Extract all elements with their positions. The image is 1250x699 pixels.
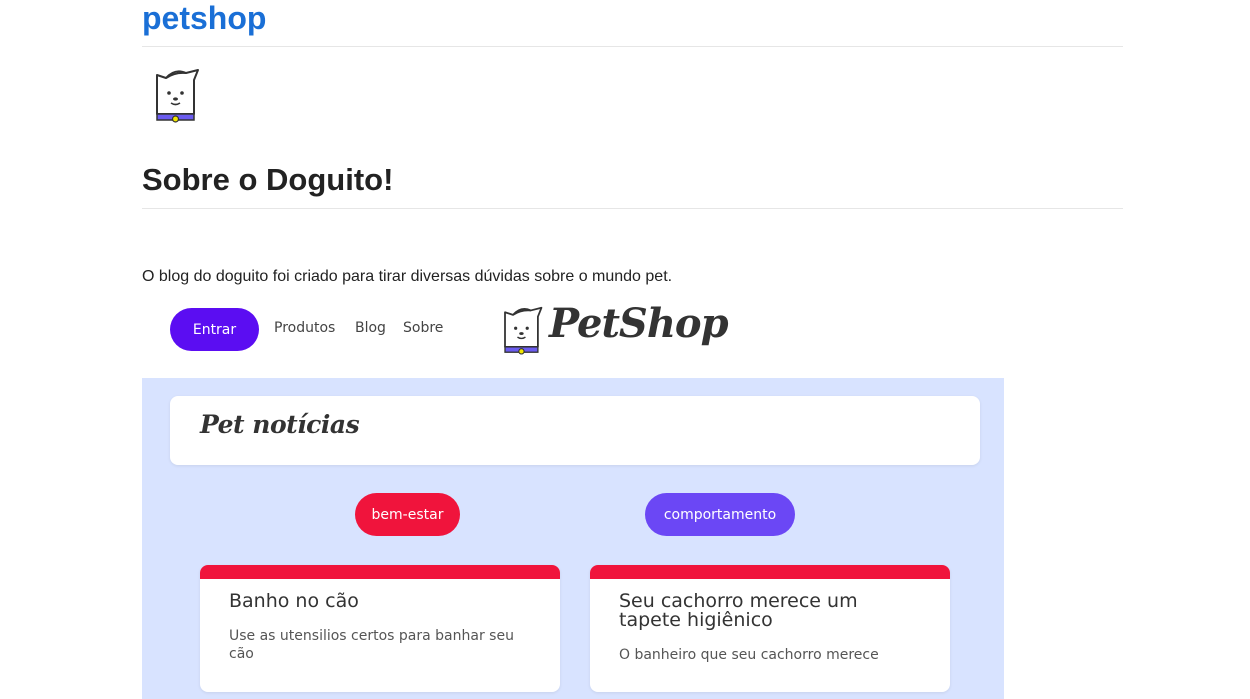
doguito-logo-icon <box>156 69 199 123</box>
tag-comportamento[interactable]: comportamento <box>645 493 795 536</box>
nav-link-produtos[interactable]: Produtos <box>274 320 335 336</box>
news-card[interactable]: Seu cachorro merece um tapete higiênico … <box>590 565 950 692</box>
about-title: Sobre o Doguito! <box>142 162 394 197</box>
card-text: O banheiro que seu cachorro merece <box>619 647 879 663</box>
about-text: O blog do doguito foi criado para tirar … <box>142 268 673 285</box>
card-title: Banho no cão <box>229 590 359 612</box>
card-accent-bar <box>590 565 950 579</box>
card-title: Seu cachorro merece um tapete higiênico <box>619 590 858 631</box>
nav-link-sobre[interactable]: Sobre <box>403 320 443 336</box>
news-title: Pet notícias <box>200 410 360 439</box>
tag-bem-estar[interactable]: bem-estar <box>355 493 460 536</box>
login-button[interactable]: Entrar <box>170 308 259 351</box>
nav-link-blog[interactable]: Blog <box>355 320 386 336</box>
divider <box>142 208 1123 209</box>
card-text: Use as utensilios certos para banhar seu… <box>229 628 514 662</box>
divider <box>142 46 1123 47</box>
news-card[interactable]: Banho no cão Use as utensilios certos pa… <box>200 565 560 692</box>
brand-name[interactable]: PetShop <box>549 300 729 347</box>
doguito-logo-icon[interactable] <box>497 303 545 357</box>
card-accent-bar <box>200 565 560 579</box>
site-title-link[interactable]: petshop <box>142 0 266 38</box>
